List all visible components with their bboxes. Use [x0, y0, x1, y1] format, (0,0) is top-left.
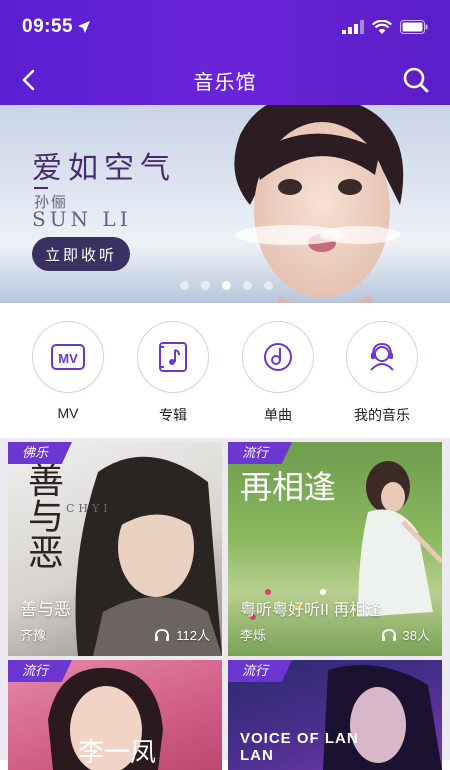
quick-entries: MV MV 专辑 单曲 我的音乐 — [0, 303, 450, 438]
album-card[interactable]: 李一凤 流行 — [8, 660, 222, 770]
listener-count: 38人 — [381, 625, 430, 644]
entry-mv[interactable]: MV MV — [30, 321, 106, 421]
search-icon[interactable] — [400, 64, 432, 96]
genre-tag: 流行 — [8, 660, 72, 682]
carousel-dot-active[interactable] — [222, 281, 231, 290]
carousel-dot[interactable] — [201, 281, 210, 290]
entry-mv-label: MV — [57, 405, 79, 421]
status-time: 09:55 — [22, 16, 74, 37]
album-card[interactable]: VOICE OF LAN LAN 流行 — [228, 660, 442, 770]
banner-headline: 爱如空气 — [32, 151, 176, 186]
headphones-icon — [381, 628, 396, 641]
genre-tag: 流行 — [228, 660, 292, 682]
single-icon — [264, 343, 292, 371]
album-card[interactable]: 善与恶 CHYI 佛乐 善与恶 齐豫 112人 — [8, 442, 222, 656]
entry-album-circle[interactable] — [137, 321, 209, 393]
album-card[interactable]: 再相逢 流行 粤听粤好听II 再相逢 李烁 38人 — [228, 442, 442, 656]
battery-icon — [400, 20, 428, 34]
album-artist: 齐豫 — [20, 628, 47, 643]
genre-tag: 佛乐 — [8, 442, 72, 464]
promo-banner[interactable]: 爱如空气 孙俪 SUN LI 立即收听 — [0, 105, 450, 303]
entry-my-music[interactable]: 我的音乐 — [344, 321, 420, 425]
nav-bar: 音乐馆 — [0, 60, 450, 100]
entry-album[interactable]: 专辑 — [135, 321, 211, 425]
album-artist: 李烁 — [240, 628, 267, 643]
mv-icon: MV — [51, 344, 85, 370]
svg-text:MV: MV — [58, 351, 78, 366]
album-grid: 善与恶 CHYI 佛乐 善与恶 齐豫 112人 再相逢 流行 粤听粤好听II 再… — [0, 438, 450, 770]
album-art-title: VOICE OF LAN LAN — [240, 730, 359, 764]
signal-icon — [342, 20, 364, 34]
location-arrow-icon — [78, 21, 91, 33]
album-art-title: 再相逢 — [240, 468, 337, 506]
page-title: 音乐馆 — [193, 72, 257, 94]
headphones-icon — [155, 628, 170, 641]
album-art-sub: CHYI — [66, 502, 112, 515]
listener-count: 112人 — [154, 625, 210, 644]
status-time-group: 09:55 — [22, 16, 91, 38]
entry-my-music-label: 我的音乐 — [354, 407, 410, 423]
carousel-dot[interactable] — [243, 281, 252, 290]
wifi-icon — [372, 19, 392, 34]
entry-mv-circle[interactable]: MV — [32, 321, 104, 393]
genre-tag: 流行 — [228, 442, 292, 464]
entry-single-circle[interactable] — [242, 321, 314, 393]
entry-my-music-circle[interactable] — [346, 321, 418, 393]
banner-divider — [34, 187, 48, 189]
banner-artist-en: SUN LI — [32, 207, 132, 231]
album-icon — [159, 342, 187, 372]
listener-count-value: 38人 — [402, 628, 430, 643]
status-bar: 09:55 — [22, 14, 428, 40]
artist-portrait — [234, 105, 404, 303]
top-bar: 09:55 音乐馆 — [0, 0, 450, 105]
listen-now-button[interactable]: 立即收听 — [32, 237, 130, 271]
status-icons — [342, 19, 428, 35]
album-title: 粤听粤好听II 再相逢 — [240, 602, 382, 619]
album-art-title: 善与恶 — [28, 461, 65, 574]
album-art-title: 李一凤 — [78, 738, 157, 768]
carousel-dot[interactable] — [264, 281, 273, 290]
album-title: 善与恶 — [20, 600, 71, 619]
entry-single[interactable]: 单曲 — [240, 321, 316, 425]
carousel-dot[interactable] — [180, 281, 189, 290]
carousel-dots — [180, 281, 273, 290]
listener-count-value: 112人 — [176, 628, 210, 643]
my-music-icon — [370, 342, 394, 371]
entry-album-label: 专辑 — [159, 407, 187, 423]
entry-single-label: 单曲 — [264, 407, 292, 423]
